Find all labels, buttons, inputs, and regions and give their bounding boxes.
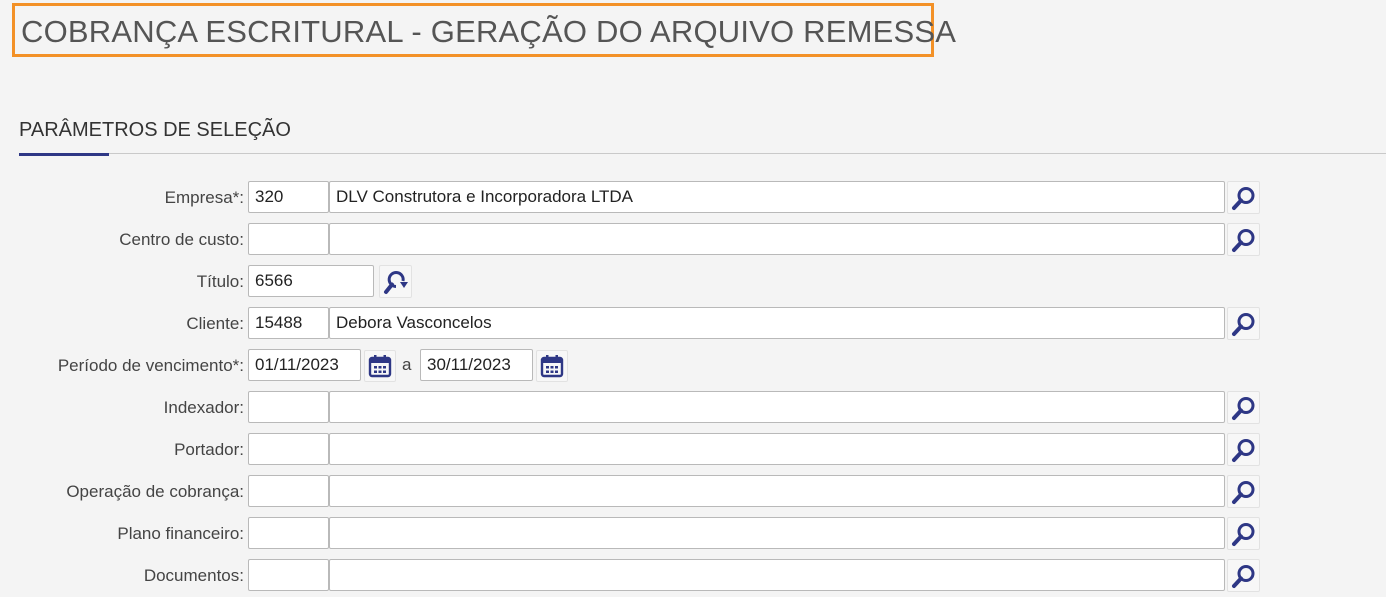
section-title: PARÂMETROS DE SELEÇÃO [19, 119, 291, 141]
row-empresa: Empresa*: 320 DLV Construtora e Incorpor… [0, 181, 1386, 214]
row-titulo: Título: 6566 [0, 265, 1386, 298]
periodo-start-date-field[interactable]: 01/11/2023 [248, 349, 361, 381]
plano-financeiro-code-field[interactable] [248, 517, 329, 549]
indexador-label: Indexador: [163, 398, 244, 417]
centro-de-custo-label: Centro de custo: [119, 230, 244, 249]
row-operacao-cobranca: Operação de cobrança: [0, 475, 1386, 508]
centro-de-custo-description-field[interactable] [329, 223, 1225, 255]
search-refresh-icon [383, 270, 408, 294]
titulo-label: Título: [196, 272, 244, 291]
operacao-cobranca-code-field[interactable] [248, 475, 329, 507]
periodo-vencimento-label: Período de vencimento*: [57, 356, 244, 375]
periodo-start-calendar-button[interactable] [364, 350, 396, 382]
indexador-code-field[interactable] [248, 391, 329, 423]
empresa-search-button[interactable] [1227, 181, 1260, 214]
section-accent-bar [19, 153, 109, 156]
cliente-description-field[interactable]: Debora Vasconcelos [329, 307, 1225, 339]
periodo-end-date-field[interactable]: 30/11/2023 [420, 349, 533, 381]
search-icon [1231, 186, 1254, 210]
empresa-label: Empresa*: [164, 188, 244, 207]
page-title-box: COBRANÇA ESCRITURAL - GERAÇÃO DO ARQUIVO… [12, 3, 956, 57]
page-title: COBRANÇA ESCRITURAL - GERAÇÃO DO ARQUIVO… [21, 14, 957, 49]
search-icon [1231, 480, 1254, 504]
titulo-field[interactable]: 6566 [248, 265, 374, 297]
cliente-code-field[interactable]: 15488 [248, 307, 329, 339]
empresa-description-field[interactable]: DLV Construtora e Incorporadora LTDA [329, 181, 1225, 213]
documentos-search-button[interactable] [1227, 559, 1260, 592]
centro-de-custo-search-button[interactable] [1227, 223, 1260, 256]
calendar-icon [540, 355, 564, 378]
search-icon [1231, 228, 1254, 252]
periodo-end-calendar-button[interactable] [536, 350, 568, 382]
documentos-description-field[interactable] [329, 559, 1225, 591]
centro-de-custo-code-field[interactable] [248, 223, 329, 255]
plano-financeiro-description-field[interactable] [329, 517, 1225, 549]
portador-description-field[interactable] [329, 433, 1225, 465]
operacao-cobranca-label: Operação de cobrança: [66, 482, 244, 501]
portador-search-button[interactable] [1227, 433, 1260, 466]
documentos-label: Documentos: [143, 566, 244, 585]
operacao-cobranca-description-field[interactable] [329, 475, 1225, 507]
row-centro-de-custo: Centro de custo: [0, 223, 1386, 256]
titulo-search-button[interactable] [379, 265, 412, 298]
row-indexador: Indexador: [0, 391, 1386, 424]
calendar-icon [368, 355, 392, 378]
periodo-separator: a [402, 355, 412, 374]
row-cliente: Cliente: 15488 Debora Vasconcelos [0, 307, 1386, 340]
row-documentos: Documentos: [0, 559, 1386, 592]
portador-label: Portador: [174, 440, 244, 459]
search-icon [1231, 312, 1254, 336]
operacao-cobranca-search-button[interactable] [1227, 475, 1260, 508]
indexador-description-field[interactable] [329, 391, 1225, 423]
search-icon [1231, 438, 1254, 462]
portador-code-field[interactable] [248, 433, 329, 465]
cliente-search-button[interactable] [1227, 307, 1260, 340]
indexador-search-button[interactable] [1227, 391, 1260, 424]
search-icon [1231, 564, 1254, 588]
search-icon [1231, 396, 1254, 420]
search-icon [1231, 522, 1254, 546]
row-portador: Portador: [0, 433, 1386, 466]
section-divider [19, 153, 1386, 154]
row-periodo-vencimento: Período de vencimento*: 01/11/2023 a 30/… [0, 349, 1386, 382]
documentos-code-field[interactable] [248, 559, 329, 591]
plano-financeiro-search-button[interactable] [1227, 517, 1260, 550]
cliente-label: Cliente: [186, 314, 244, 333]
row-plano-financeiro: Plano financeiro: [0, 517, 1386, 550]
empresa-code-field[interactable]: 320 [248, 181, 329, 213]
plano-financeiro-label: Plano financeiro: [117, 524, 244, 543]
